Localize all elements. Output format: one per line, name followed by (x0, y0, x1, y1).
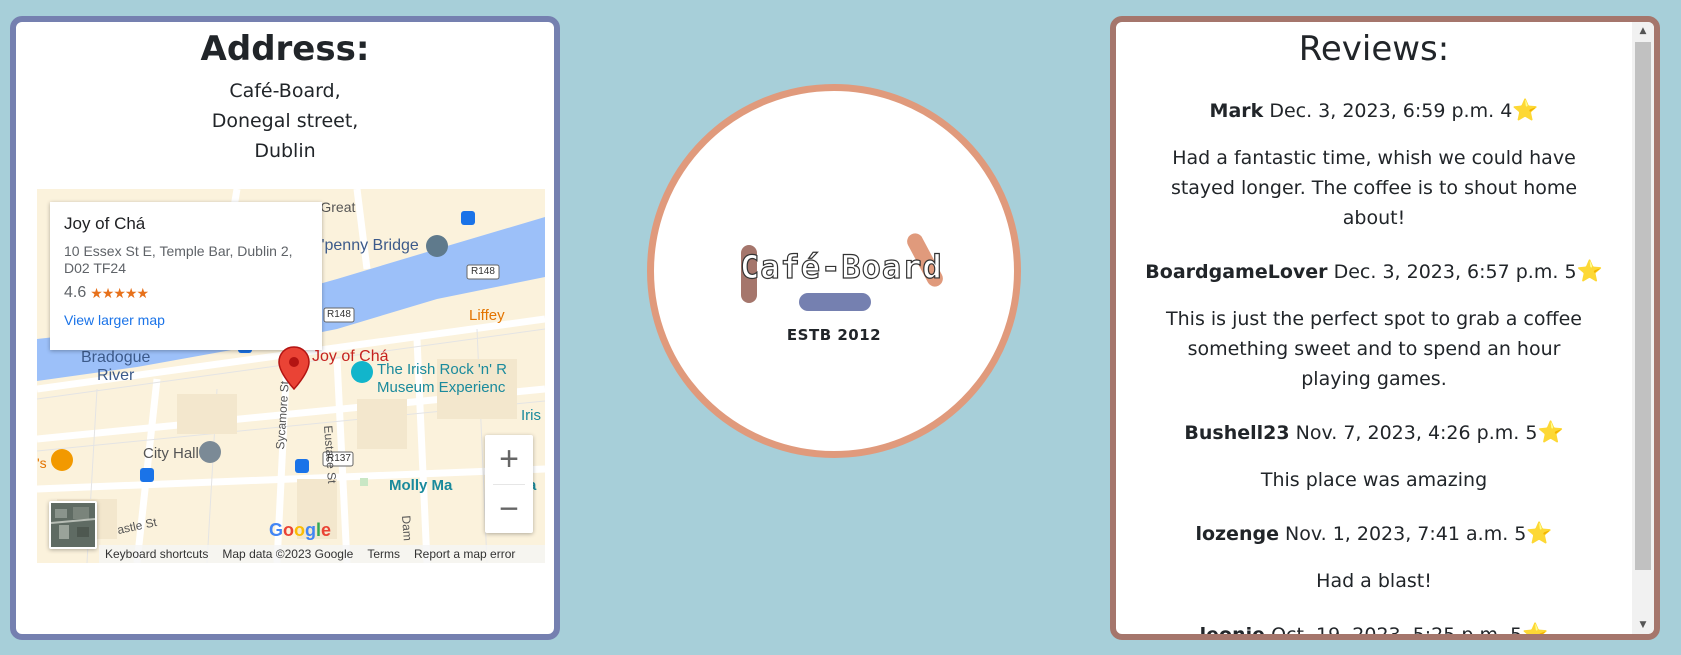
map-road-r148-b: R148 (327, 309, 351, 320)
review-date: Dec. 3, 2023, 6:59 p.m. (1269, 100, 1495, 122)
google-map[interactable]: eet Great Ha'penny Bridge R148 R148 Liff… (37, 189, 545, 563)
map-label-liffey: Liffey (469, 307, 505, 324)
place-rating: 4.6 ★★★★★ (64, 284, 308, 302)
address-line-3: Dublin (254, 140, 316, 162)
review-header: Bushell23 Nov. 7, 2023, 4:26 p.m. 5⭐ (1136, 418, 1612, 447)
map-pin-icon[interactable] (277, 345, 311, 391)
google-letter-o1: o (283, 520, 295, 540)
review-rating: 5 (1564, 261, 1577, 283)
map-label-city-hall: City Hall (143, 445, 199, 462)
map-footer: Keyboard shortcuts Map data ©2023 Google… (99, 545, 545, 563)
google-letter-g: G (269, 520, 284, 540)
review-text: Had a fantastic time, whish we could hav… (1170, 147, 1578, 229)
review-rating: 5 (1510, 624, 1522, 634)
reviews-scrollbar[interactable]: ▲ ▼ (1632, 22, 1654, 634)
star-icon: ⭐ (1526, 521, 1553, 545)
review-date: Oct. 19, 2023, 5:25 p.m. (1271, 624, 1504, 634)
map-label-molly: Molly Ma (389, 477, 453, 494)
google-letter-e: e (321, 520, 332, 540)
review-user: leonie (1200, 624, 1265, 634)
address-line-1: Café-Board, (229, 80, 341, 102)
map-road-r137: R137 (327, 453, 351, 464)
review-user: BoardgameLover (1145, 261, 1328, 283)
zoom-out-button[interactable]: − (485, 485, 533, 534)
map-road-r148-a: R148 (471, 266, 495, 277)
star-icon: ⭐ (1576, 259, 1603, 283)
map-label-dame: Dam (399, 515, 415, 542)
review-item: lozenge Nov. 1, 2023, 7:41 a.m. 5⭐ Had a… (1116, 519, 1632, 596)
review-user: Mark (1209, 100, 1264, 122)
keyboard-shortcuts-link[interactable]: Keyboard shortcuts (105, 547, 208, 561)
reviews-card[interactable]: Reviews: Mark Dec. 3, 2023, 6:59 p.m. 4⭐… (1110, 16, 1660, 640)
rating-stars-icon: ★★★★★ (90, 284, 149, 301)
report-map-error-link[interactable]: Report a map error (414, 547, 515, 561)
review-header: Mark Dec. 3, 2023, 6:59 p.m. 4⭐ (1136, 96, 1612, 125)
star-icon: ⭐ (1512, 98, 1539, 122)
place-rating-value: 4.6 (64, 284, 87, 301)
google-letter-o2: o (294, 520, 306, 540)
scroll-thumb[interactable] (1635, 42, 1651, 570)
review-rating: 5 (1514, 523, 1527, 545)
review-item: leonie Oct. 19, 2023, 5:25 p.m. 5⭐ (1116, 620, 1632, 634)
satellite-thumbnail-icon (51, 503, 95, 547)
review-item: Mark Dec. 3, 2023, 6:59 p.m. 4⭐ Had a fa… (1116, 96, 1632, 233)
place-address: 10 Essex St E, Temple Bar, Dublin 2, D02… (64, 243, 293, 276)
zoom-in-button[interactable]: + (485, 435, 533, 484)
review-rating: 5 (1525, 422, 1538, 444)
satellite-toggle[interactable] (49, 501, 97, 549)
zoom-controls: + − (485, 435, 533, 533)
map-label-bradogue-river: Bradogue River (81, 349, 151, 384)
google-logo: Google (269, 520, 331, 541)
review-header: lozenge Nov. 1, 2023, 7:41 a.m. 5⭐ (1136, 519, 1612, 548)
cafe-logo: Café-Board ESTB 2012 (647, 84, 1021, 458)
review-header: BoardgameLover Dec. 3, 2023, 6:57 p.m. 5… (1136, 257, 1612, 286)
google-letter-g2: g (305, 520, 317, 540)
place-name: Joy of Chá (64, 214, 146, 233)
map-label-irish-rock: The Irish Rock 'n' R (377, 361, 507, 378)
map-info-window: Joy of Chá 10 Essex St E, Temple Bar, Du… (50, 202, 322, 350)
reviews-list[interactable]: Reviews: Mark Dec. 3, 2023, 6:59 p.m. 4⭐… (1116, 22, 1632, 634)
scroll-down-arrow-icon[interactable]: ▼ (1632, 616, 1654, 634)
scroll-up-arrow-icon[interactable]: ▲ (1632, 22, 1654, 40)
terms-link[interactable]: Terms (367, 547, 400, 561)
map-data-attribution: Map data ©2023 Google (222, 547, 354, 561)
review-date: Nov. 7, 2023, 4:26 p.m. (1295, 422, 1520, 444)
star-icon: ⭐ (1522, 622, 1549, 634)
review-date: Dec. 3, 2023, 6:57 p.m. (1333, 261, 1559, 283)
review-text: This place was amazing (1260, 469, 1488, 491)
logo-established: ESTB 2012 (786, 326, 882, 344)
review-item: Bushell23 Nov. 7, 2023, 4:26 p.m. 5⭐ Thi… (1116, 418, 1632, 495)
address-line-2: Donegal street, (211, 110, 359, 132)
address-card: Address: Café-Board, Donegal street, Dub… (10, 16, 560, 640)
star-icon: ⭐ (1537, 420, 1564, 444)
review-header: leonie Oct. 19, 2023, 5:25 p.m. 5⭐ (1136, 620, 1612, 634)
review-text: This is just the perfect spot to grab a … (1166, 308, 1582, 390)
logo-title: Café-Board (739, 247, 943, 286)
review-user: Bushell23 (1184, 422, 1290, 444)
map-label-ts: 's (37, 455, 47, 471)
review-date: Nov. 1, 2023, 7:41 a.m. (1285, 523, 1509, 545)
pin-label: Joy of Chá (312, 348, 389, 365)
view-larger-map-link[interactable]: View larger map (64, 312, 308, 328)
address-lines: Café-Board, Donegal street, Dublin (16, 76, 554, 166)
map-label-museum: Museum Experienc (377, 379, 506, 396)
reviews-heading: Reviews: (1298, 29, 1450, 69)
review-rating: 4 (1500, 100, 1513, 122)
review-user: lozenge (1195, 523, 1279, 545)
review-item: BoardgameLover Dec. 3, 2023, 6:57 p.m. 5… (1116, 257, 1632, 394)
map-label-iris: Iris (521, 407, 541, 424)
address-heading: Address: (200, 29, 370, 69)
review-text: Had a blast! (1316, 570, 1432, 592)
